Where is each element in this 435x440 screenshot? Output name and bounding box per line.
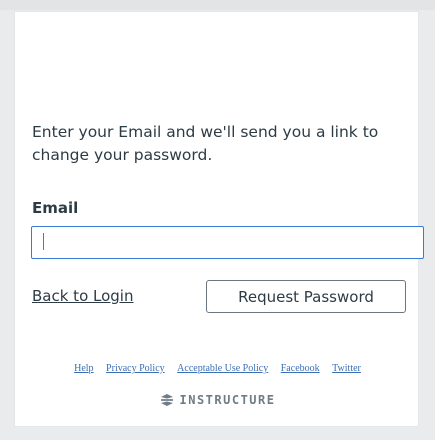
instructure-logo-icon [160, 394, 173, 406]
top-strip [0, 0, 435, 10]
brand-name: INSTRUCTURE [179, 393, 276, 407]
help-link[interactable]: Help [74, 363, 93, 374]
intro-text: Enter your Email and we'll send you a li… [32, 123, 379, 164]
facebook-link[interactable]: Facebook [281, 363, 320, 374]
twitter-link[interactable]: Twitter [332, 363, 361, 374]
email-label: Email [32, 199, 79, 217]
footer-links: Help Privacy Policy Acceptable Use Polic… [0, 363, 435, 374]
request-password-button[interactable]: Request Password [206, 280, 406, 313]
acceptable-use-policy-link[interactable]: Acceptable Use Policy [177, 363, 268, 374]
privacy-policy-link[interactable]: Privacy Policy [106, 363, 165, 374]
email-input[interactable] [31, 226, 424, 259]
instructure-brand: INSTRUCTURE [0, 393, 435, 407]
text-caret [43, 233, 44, 250]
back-to-login-link[interactable]: Back to Login [32, 287, 133, 305]
